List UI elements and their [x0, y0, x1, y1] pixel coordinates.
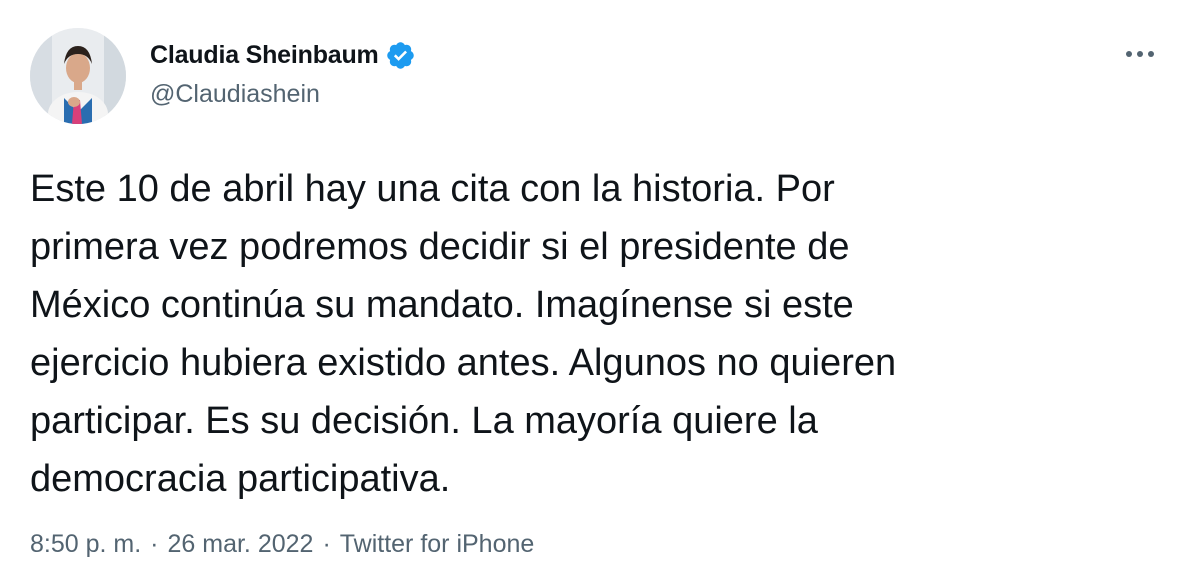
tweet-card: Claudia Sheinbaum @Claudiashein Este 10 …	[0, 0, 1179, 586]
meta-separator: ·	[322, 530, 331, 558]
tweet-text: Este 10 de abril hay una cita con la his…	[30, 168, 897, 500]
avatar[interactable]	[30, 28, 126, 124]
tweet-source[interactable]: Twitter for iPhone	[340, 530, 535, 559]
tweet-time[interactable]: 8:50 p. m.	[30, 530, 141, 559]
display-name[interactable]: Claudia Sheinbaum	[150, 41, 379, 70]
user-info: Claudia Sheinbaum @Claudiashein	[150, 38, 416, 109]
meta-separator: ·	[150, 530, 159, 558]
verified-badge-icon	[385, 40, 416, 71]
more-options-button[interactable]	[1122, 40, 1158, 68]
name-row: Claudia Sheinbaum	[150, 38, 416, 72]
tweet-metadata: 8:50 p. m. · 26 mar. 2022 · Twitter for …	[30, 530, 534, 559]
more-horizontal-icon	[1126, 51, 1154, 57]
user-handle[interactable]: @Claudiashein	[150, 80, 416, 109]
tweet-date[interactable]: 26 mar. 2022	[168, 530, 314, 559]
